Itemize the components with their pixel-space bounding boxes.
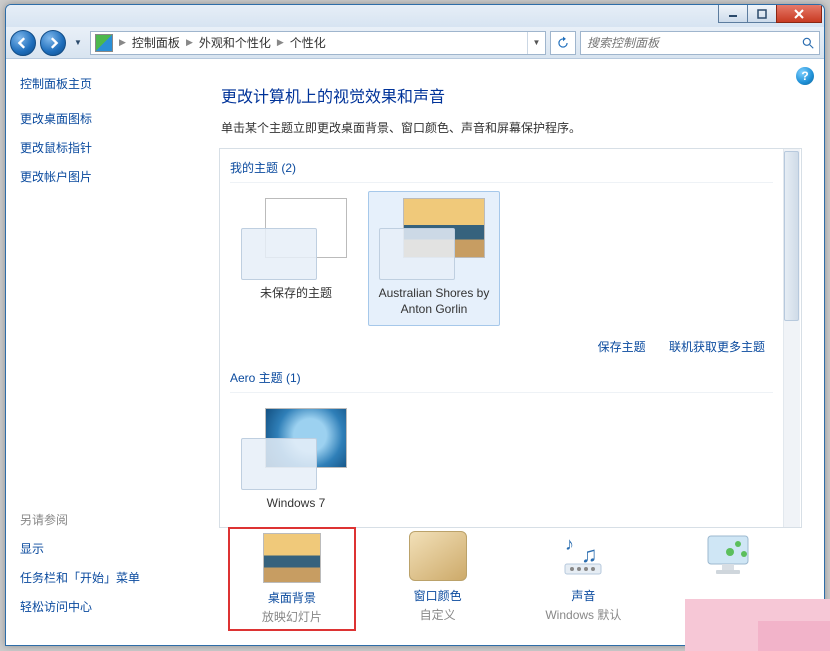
search-box[interactable]: [580, 31, 820, 55]
breadcrumb-l2[interactable]: 个性化: [286, 32, 330, 54]
scrollbar-thumb[interactable]: [784, 151, 799, 321]
nav-row: ▼ ▶ 控制面板 ▶ 外观和个性化 ▶ 个性化 ▼: [6, 27, 824, 59]
help-icon[interactable]: ?: [796, 67, 814, 85]
sidebar-link-account-picture[interactable]: 更改帐户图片: [20, 168, 197, 185]
control-panel-icon: [95, 34, 113, 52]
theme-tile-unsaved[interactable]: 未保存的主题: [230, 191, 362, 326]
save-theme-link[interactable]: 保存主题: [598, 340, 646, 354]
theme-list: 我的主题 (2) 未保存的主题 Australian Shores by Ant…: [219, 148, 802, 528]
seealso-display[interactable]: 显示: [20, 540, 197, 557]
theme-name: Windows 7: [235, 496, 357, 512]
close-button[interactable]: [776, 5, 822, 23]
maximize-button[interactable]: [747, 5, 777, 23]
desktop-background-label: 桌面背景: [234, 589, 350, 606]
desktop-background-sub: 放映幻灯片: [234, 608, 350, 625]
window-color-label: 窗口颜色: [378, 587, 498, 604]
desktop-background-item[interactable]: 桌面背景 放映幻灯片: [232, 531, 352, 627]
chevron-right-icon: ▶: [184, 37, 195, 48]
sound-sub: Windows 默认: [523, 606, 643, 623]
screensaver-item[interactable]: [669, 531, 789, 587]
window-controls: [719, 5, 822, 23]
search-icon[interactable]: [797, 36, 819, 50]
back-button[interactable]: [10, 30, 36, 56]
titlebar: [6, 5, 824, 27]
overlay: [758, 621, 830, 651]
breadcrumb-root[interactable]: 控制面板: [128, 32, 184, 54]
section-aero-themes: Aero 主题 (1): [230, 365, 773, 393]
main-pane: ? 更改计算机上的视觉效果和声音 单击某个主题立即更改桌面背景、窗口颜色、声音和…: [211, 59, 824, 645]
theme-tile-australian-shores[interactable]: Australian Shores by Anton Gorlin: [368, 191, 500, 326]
sound-label: 声音: [523, 587, 643, 604]
page-title: 更改计算机上的视觉效果和声音: [211, 59, 824, 119]
window: ▼ ▶ 控制面板 ▶ 外观和个性化 ▶ 个性化 ▼ 控制面板主页 更改桌面图标 …: [5, 4, 825, 646]
window-body: 控制面板主页 更改桌面图标 更改鼠标指针 更改帐户图片 另请参阅 显示 任务栏和…: [6, 59, 824, 645]
screensaver-icon: [700, 531, 758, 581]
sidebar-link-mouse-pointer[interactable]: 更改鼠标指针: [20, 139, 197, 156]
theme-actions: 保存主题 联机获取更多主题: [230, 332, 773, 365]
window-color-item[interactable]: 窗口颜色 自定义: [378, 531, 498, 623]
page-subtitle: 单击某个主题立即更改桌面背景、窗口颜色、声音和屏幕保护程序。: [211, 119, 824, 148]
sidebar: 控制面板主页 更改桌面图标 更改鼠标指针 更改帐户图片 另请参阅 显示 任务栏和…: [6, 59, 211, 645]
svg-text:♪: ♪: [565, 534, 574, 554]
sidebar-link-desktop-icons[interactable]: 更改桌面图标: [20, 110, 197, 127]
svg-text:♫: ♫: [581, 542, 598, 567]
refresh-button[interactable]: [550, 31, 576, 55]
sounds-item[interactable]: ♪♫ 声音 Windows 默认: [523, 531, 643, 623]
sound-icon: ♪♫: [554, 531, 612, 581]
search-input[interactable]: [581, 36, 797, 50]
nav-history-dropdown[interactable]: ▼: [70, 33, 86, 53]
minimize-button[interactable]: [718, 5, 748, 23]
seealso-ease-of-access[interactable]: 轻松访问中心: [20, 598, 197, 615]
theme-name: Australian Shores by Anton Gorlin: [373, 286, 495, 317]
chevron-right-icon: ▶: [117, 37, 128, 48]
address-dropdown[interactable]: ▼: [527, 32, 545, 54]
get-more-themes-link[interactable]: 联机获取更多主题: [669, 340, 765, 354]
address-bar[interactable]: ▶ 控制面板 ▶ 外观和个性化 ▶ 个性化 ▼: [90, 31, 546, 55]
breadcrumb-l1[interactable]: 外观和个性化: [195, 32, 275, 54]
forward-button[interactable]: [40, 30, 66, 56]
seealso-taskbar[interactable]: 任务栏和「开始」菜单: [20, 569, 197, 586]
theme-content: 我的主题 (2) 未保存的主题 Australian Shores by Ant…: [220, 149, 783, 527]
desktop-background-icon: [263, 533, 321, 583]
see-also: 另请参阅 显示 任务栏和「开始」菜单 轻松访问中心: [20, 511, 197, 627]
section-my-themes: 我的主题 (2): [230, 155, 773, 183]
window-color-sub: 自定义: [378, 606, 498, 623]
control-panel-home-link[interactable]: 控制面板主页: [20, 75, 197, 92]
theme-tile-windows7[interactable]: Windows 7: [230, 401, 362, 521]
window-color-icon: [409, 531, 467, 581]
chevron-right-icon: ▶: [275, 37, 286, 48]
theme-name: 未保存的主题: [235, 286, 357, 302]
see-also-header: 另请参阅: [20, 511, 197, 528]
